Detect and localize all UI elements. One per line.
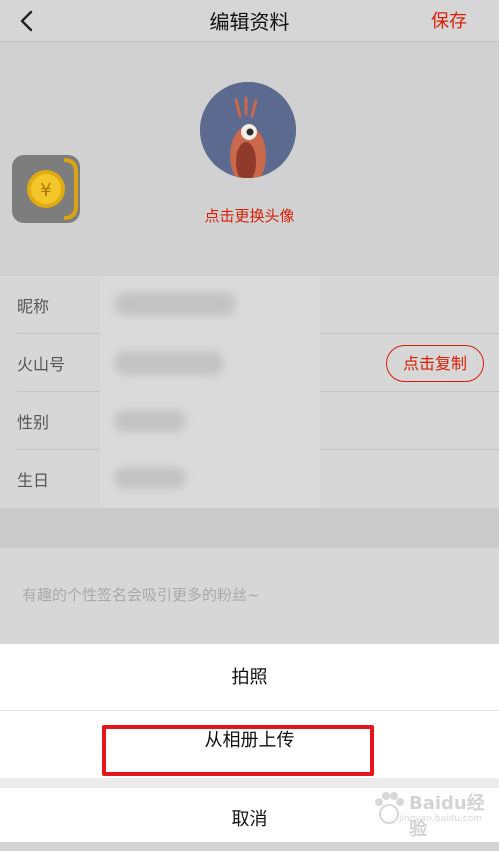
take-photo-option[interactable]: 拍照: [0, 644, 499, 711]
watermark: Baidu经验 jingyan.baidu.com: [365, 786, 493, 840]
redacted-gender: [114, 410, 186, 432]
svg-text:¥: ¥: [40, 180, 51, 201]
signature-placeholder: 有趣的个性签名会吸引更多的粉丝~: [22, 586, 260, 604]
page-title: 编辑资料: [209, 10, 290, 34]
yuan-coin-icon: ¥: [27, 158, 78, 220]
avatar-section: 点击更换头像 ¥: [0, 42, 499, 276]
nav-header: 编辑资料 保存: [0, 0, 499, 42]
redacted-values: [100, 276, 320, 508]
coin-reward-button[interactable]: ¥: [12, 155, 80, 223]
copy-id-button[interactable]: 点击复制: [386, 345, 484, 382]
section-gap: [0, 508, 499, 548]
redacted-id: [114, 351, 224, 375]
redacted-birthday: [114, 467, 186, 489]
gender-label: 性别: [17, 413, 50, 432]
highlight-box: [102, 725, 374, 776]
huoshan-id-label: 火山号: [17, 355, 66, 374]
birthday-label: 生日: [17, 471, 50, 490]
avatar[interactable]: [200, 82, 296, 178]
save-button[interactable]: 保存: [431, 7, 467, 33]
signature-area[interactable]: 有趣的个性签名会吸引更多的粉丝~: [0, 548, 499, 644]
redacted-nickname: [114, 292, 236, 316]
watermark-url: jingyan.baidu.com: [399, 814, 483, 824]
nickname-label: 昵称: [17, 297, 50, 316]
avatar-image: [200, 82, 296, 178]
